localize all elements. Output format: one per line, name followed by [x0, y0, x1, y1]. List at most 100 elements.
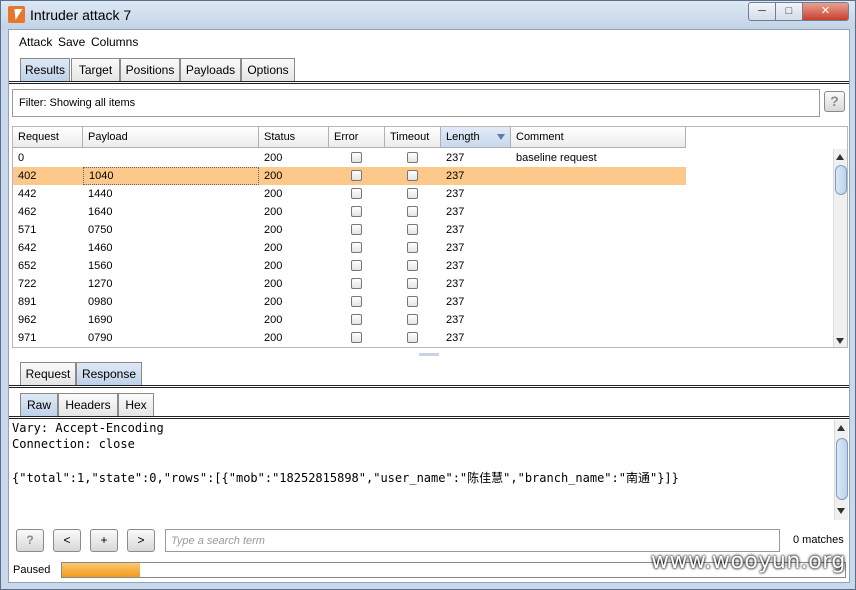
timeout-checkbox	[407, 314, 418, 325]
status-cell: 200	[264, 296, 283, 308]
view-tabs-divider	[9, 416, 849, 419]
table-row[interactable]: 971 0790 200 237	[13, 329, 686, 347]
column-status[interactable]: Status	[259, 127, 329, 148]
length-cell: 237	[446, 224, 465, 236]
scroll-up-icon[interactable]	[836, 154, 844, 160]
timeout-checkbox	[407, 206, 418, 217]
minimize-button[interactable]: ─	[748, 2, 776, 21]
tab-target[interactable]: Target	[71, 58, 120, 82]
table-scrollbar[interactable]	[833, 149, 847, 347]
length-cell: 237	[446, 260, 465, 272]
tab-positions[interactable]: Positions	[120, 58, 180, 82]
search-next-button[interactable]: >	[127, 529, 155, 552]
length-cell: 237	[446, 188, 465, 200]
response-line: Connection: close	[12, 437, 135, 451]
table-row[interactable]: 652 1560 200 237	[13, 257, 686, 275]
comment-cell	[511, 167, 686, 185]
column-payload[interactable]: Payload	[83, 127, 259, 148]
search-input[interactable]	[166, 530, 779, 551]
tab-raw[interactable]: Raw	[20, 393, 58, 417]
filter-bar[interactable]: Filter: Showing all items	[12, 89, 820, 117]
request-cell: 971	[18, 332, 37, 344]
table-row[interactable]: 0 200 237 baseline request	[13, 149, 686, 167]
menu-attack[interactable]: Attack	[19, 35, 52, 49]
column-error[interactable]: Error	[329, 127, 385, 148]
response-line: {"total":1,"state":0,"rows":[{"mob":"182…	[12, 471, 679, 485]
payload-cell: 1460	[88, 242, 113, 254]
scroll-up-icon[interactable]	[837, 425, 845, 431]
comment-cell	[511, 293, 686, 311]
search-add-button[interactable]: +	[90, 529, 118, 552]
table-row[interactable]: 402 1040 200 237	[13, 167, 686, 185]
table-row[interactable]: 891 0980 200 237	[13, 293, 686, 311]
scroll-down-icon[interactable]	[836, 338, 844, 344]
table-row[interactable]: 722 1270 200 237	[13, 275, 686, 293]
timeout-checkbox	[407, 278, 418, 289]
payload-cell: 1690	[88, 314, 113, 326]
error-checkbox	[351, 314, 362, 325]
error-checkbox	[351, 278, 362, 289]
status-cell: 200	[264, 206, 283, 218]
window-title: Intruder attack 7	[30, 7, 132, 23]
table-scroll-thumb[interactable]	[835, 165, 847, 195]
response-raw-text[interactable]: Vary: Accept-Encoding Connection: close …	[11, 420, 833, 520]
tab-results[interactable]: Results	[20, 58, 70, 82]
menu-save[interactable]: Save	[58, 35, 85, 49]
response-scrollbar[interactable]	[834, 420, 848, 520]
table-row[interactable]: 462 1640 200 237	[13, 203, 686, 221]
table-row[interactable]: 642 1460 200 237	[13, 239, 686, 257]
column-timeout[interactable]: Timeout	[385, 127, 441, 148]
request-cell: 462	[18, 206, 37, 218]
table-row[interactable]: 571 0750 200 237	[13, 221, 686, 239]
menu-columns[interactable]: Columns	[91, 35, 138, 49]
payload-cell: 0750	[88, 224, 113, 236]
request-cell: 722	[18, 278, 37, 290]
tab-response[interactable]: Response	[76, 362, 142, 386]
pane-splitter[interactable]	[419, 353, 439, 356]
tab-request[interactable]: Request	[20, 362, 76, 386]
timeout-checkbox	[407, 152, 418, 163]
error-checkbox	[351, 188, 362, 199]
request-cell: 652	[18, 260, 37, 272]
maximize-button[interactable]: □	[775, 2, 803, 21]
tab-headers[interactable]: Headers	[58, 393, 118, 417]
comment-cell	[511, 239, 686, 257]
payload-cell: 1440	[88, 188, 113, 200]
comment-cell	[511, 311, 686, 329]
comment-cell	[511, 203, 686, 221]
error-checkbox	[351, 296, 362, 307]
filter-help-button[interactable]: ?	[824, 91, 845, 112]
search-help-button[interactable]: ?	[16, 529, 44, 552]
match-count: 0 matches	[793, 534, 844, 546]
request-cell: 642	[18, 242, 37, 254]
column-request[interactable]: Request	[13, 127, 83, 148]
length-cell: 237	[446, 296, 465, 308]
title-bar: Intruder attack 7 ─ □ ✕	[1, 1, 855, 29]
table-row[interactable]: 962 1690 200 237	[13, 311, 686, 329]
status-cell: 200	[264, 152, 283, 164]
comment-cell	[511, 275, 686, 293]
comment-cell	[511, 257, 686, 275]
burp-logo-icon	[8, 6, 25, 23]
search-previous-button[interactable]: <	[53, 529, 81, 552]
request-cell: 402	[18, 170, 37, 182]
comment-cell	[511, 221, 686, 239]
tab-payloads[interactable]: Payloads	[180, 58, 241, 82]
timeout-checkbox	[407, 170, 418, 181]
column-comment[interactable]: Comment	[511, 127, 686, 148]
close-button[interactable]: ✕	[802, 2, 849, 21]
scroll-down-icon[interactable]	[837, 508, 845, 514]
status-cell: 200	[264, 242, 283, 254]
column-length[interactable]: Length	[441, 127, 511, 148]
request-cell: 571	[18, 224, 37, 236]
tab-options[interactable]: Options	[241, 58, 295, 82]
results-table: Request Payload Status Error Timeout Len…	[12, 126, 848, 348]
main-tabs-divider	[9, 81, 849, 84]
table-row[interactable]: 442 1440 200 237	[13, 185, 686, 203]
response-scroll-thumb[interactable]	[836, 438, 848, 500]
payload-cell	[83, 149, 259, 167]
tab-hex[interactable]: Hex	[118, 393, 154, 417]
request-cell: 442	[18, 188, 37, 200]
status-cell: 200	[264, 314, 283, 326]
error-checkbox	[351, 260, 362, 271]
